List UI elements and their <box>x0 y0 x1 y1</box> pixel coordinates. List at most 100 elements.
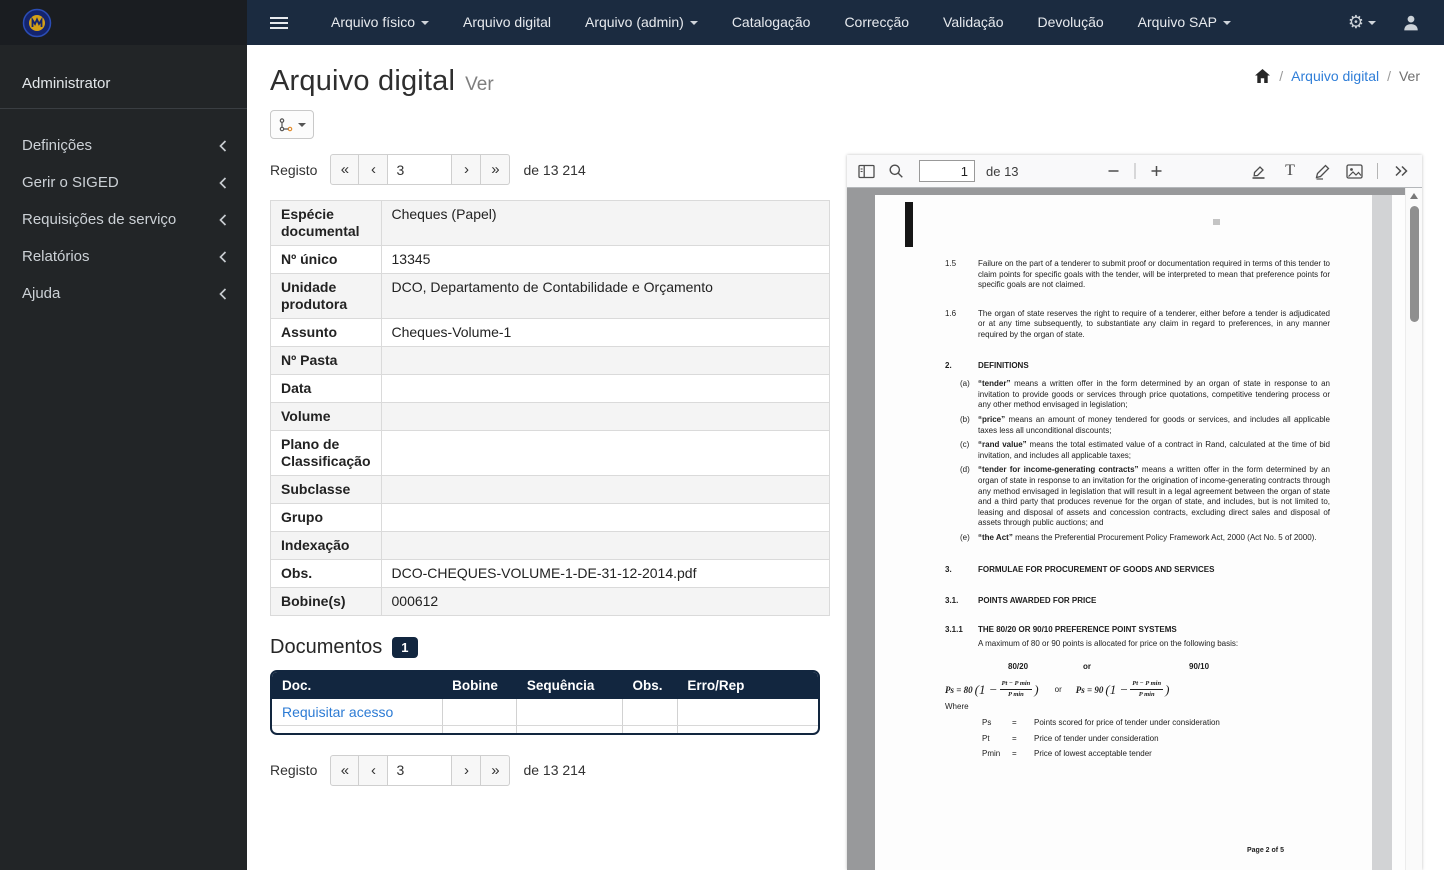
column-header: Doc. <box>272 672 443 699</box>
section-heading: 3.1.1 THE 80/20 OR 90/10 PREFERENCE POIN… <box>945 625 1330 636</box>
pdf-annotation-tools: T <box>1245 158 1422 184</box>
gear-icon: ⚙ <box>1347 12 1364 32</box>
previous-record-button[interactable]: ‹ <box>359 754 389 786</box>
record-fields-table: Espécie documental Cheques (Papel) Nº úni… <box>270 200 830 616</box>
page-title: Arquivo digital <box>270 65 456 97</box>
field-value: 000612 <box>380 587 830 616</box>
sidebar-toggle-icon[interactable] <box>853 158 879 184</box>
where-equals: = <box>1012 749 1017 759</box>
definition-item: (d) “tender for income-generating contra… <box>960 465 1330 529</box>
table-row: Grupo <box>270 503 830 532</box>
sidebar-item-definicoes[interactable]: Definições <box>0 127 247 164</box>
where-symbol: Ps <box>982 718 992 728</box>
section-number: 3. <box>945 565 952 575</box>
field-label: Data <box>270 374 382 403</box>
where-text: Price of lowest acceptable tender <box>1034 749 1152 759</box>
documents-header-row: Doc. Bobine Sequência Obs. Erro/Rep <box>272 672 818 699</box>
clause-text: Failure on the part of a tenderer to sub… <box>978 259 1330 290</box>
formula-open: (1 − <box>974 681 998 697</box>
highlight-tool-icon[interactable] <box>1245 158 1271 184</box>
definition-term: “rand value” <box>978 440 1027 450</box>
first-record-button[interactable]: « <box>330 154 360 185</box>
bank-logo-icon[interactable] <box>22 8 52 38</box>
pdf-page-count: de 13 <box>986 163 1019 179</box>
pdf-toolbar-left: de 13 <box>847 158 1019 184</box>
next-record-button[interactable]: › <box>452 154 482 185</box>
user-icon[interactable] <box>1402 14 1420 32</box>
nav-arquivo-sap[interactable]: Arquivo SAP <box>1121 0 1248 45</box>
definition-text: “tender for income-generating contracts”… <box>978 465 1330 529</box>
sidebar-item-relatorios[interactable]: Relatórios <box>0 238 247 275</box>
definitions-list: (a) “tender” means a written offer in th… <box>960 379 1330 543</box>
table-row: Plano de Classificação <box>270 430 830 476</box>
section-title: POINTS AWARDED FOR PRICE <box>978 596 1097 606</box>
documents-count-badge: 1 <box>392 637 418 658</box>
nav-validacao[interactable]: Validação <box>926 0 1020 45</box>
breadcrumb-link-arquivo-digital[interactable]: Arquivo digital <box>1291 68 1379 84</box>
sidebar-item-gerir-siged[interactable]: Gerir o SIGED <box>0 164 247 201</box>
record-total: de 13 214 <box>523 762 586 778</box>
last-record-button[interactable]: » <box>481 154 511 185</box>
text-tool-icon[interactable]: T <box>1277 158 1303 184</box>
draw-tool-icon[interactable] <box>1309 158 1335 184</box>
home-icon[interactable] <box>1254 68 1271 84</box>
formula-lead: Ps = 80 <box>945 684 973 695</box>
pdf-document-text: 1.5 Failure on the part of a tenderer to… <box>945 259 1330 760</box>
first-record-button[interactable]: « <box>330 754 360 786</box>
nav-label: Arquivo digital <box>463 14 551 30</box>
more-tools-icon[interactable] <box>1388 158 1414 184</box>
clause: 1.6 The organ of state reserves the righ… <box>945 309 1330 341</box>
nav-arquivo-fisico[interactable]: Arquivo físico <box>314 0 446 45</box>
scan-artifact <box>1213 219 1220 225</box>
scrollbar-thumb[interactable] <box>1410 206 1419 322</box>
section-title: DEFINITIONS <box>978 360 1029 370</box>
settings-menu[interactable]: ⚙ <box>1348 12 1376 33</box>
zoom-in-icon[interactable] <box>1143 158 1169 184</box>
nav-devolucao[interactable]: Devolução <box>1020 0 1120 45</box>
pdf-scrollbar[interactable] <box>1405 188 1422 870</box>
where-text: Price of tender under consideration <box>1034 733 1159 743</box>
sidebar-item-requisicoes[interactable]: Requisições de serviço <box>0 201 247 238</box>
definition-tag: (c) <box>960 440 970 450</box>
nav-arquivo-admin[interactable]: Arquivo (admin) <box>568 0 715 45</box>
search-icon[interactable] <box>883 158 909 184</box>
ratio-labels: 80/20 or 90/10 <box>945 662 1330 673</box>
hamburger-menu-icon[interactable] <box>270 14 288 32</box>
sidebar-item-ajuda[interactable]: Ajuda <box>0 275 247 312</box>
nav-arquivo-digital[interactable]: Arquivo digital <box>446 0 568 45</box>
chevron-left-icon <box>219 213 227 226</box>
pdf-content-area[interactable]: 1.5 Failure on the part of a tenderer to… <box>847 188 1422 870</box>
definition-item: (b) “price” means an amount of money ten… <box>960 415 1330 436</box>
formula-open: (1 − <box>1105 681 1129 697</box>
record-number-input[interactable] <box>388 754 453 786</box>
scan-artifact <box>1372 195 1392 870</box>
column-header: Obs. <box>622 672 678 699</box>
pdf-page: 1.5 Failure on the part of a tenderer to… <box>875 195 1405 870</box>
field-label: Nº Pasta <box>270 346 382 375</box>
definition-tag: (d) <box>960 465 970 475</box>
ratio-left: 80/20 <box>1008 661 1029 671</box>
nav-correccao[interactable]: Correcção <box>827 0 926 45</box>
main-content: Arquivo digital Ver Registo « ‹ › » de 1… <box>247 45 847 870</box>
sidebar-item-label: Definições <box>22 137 93 154</box>
zoom-out-icon[interactable] <box>1100 158 1126 184</box>
last-record-button[interactable]: » <box>481 754 511 786</box>
field-value: DCO-CHEQUES-VOLUME-1-DE-31-12-2014.pdf <box>380 559 830 588</box>
formula-close: ) <box>1165 681 1170 697</box>
definition-body: means a written offer in the form determ… <box>978 379 1330 410</box>
cell-sequencia <box>516 699 623 726</box>
previous-record-button[interactable]: ‹ <box>359 154 389 185</box>
clause: 1.5 Failure on the part of a tenderer to… <box>945 259 1330 291</box>
field-label: Assunto <box>270 318 382 347</box>
nav-label: Catalogação <box>731 14 811 30</box>
record-number-input[interactable] <box>388 154 453 185</box>
scroll-up-arrow-icon[interactable] <box>1410 193 1418 199</box>
next-record-button[interactable]: › <box>452 754 482 786</box>
breadcrumb-separator: / <box>1387 68 1391 84</box>
image-tool-icon[interactable] <box>1341 158 1367 184</box>
pdf-page-input[interactable] <box>919 160 975 182</box>
cell-bobine <box>442 699 518 726</box>
nav-catalogacao[interactable]: Catalogação <box>715 0 828 45</box>
request-access-link[interactable]: Requisitar acesso <box>282 704 393 720</box>
tree-view-button[interactable] <box>270 110 314 139</box>
